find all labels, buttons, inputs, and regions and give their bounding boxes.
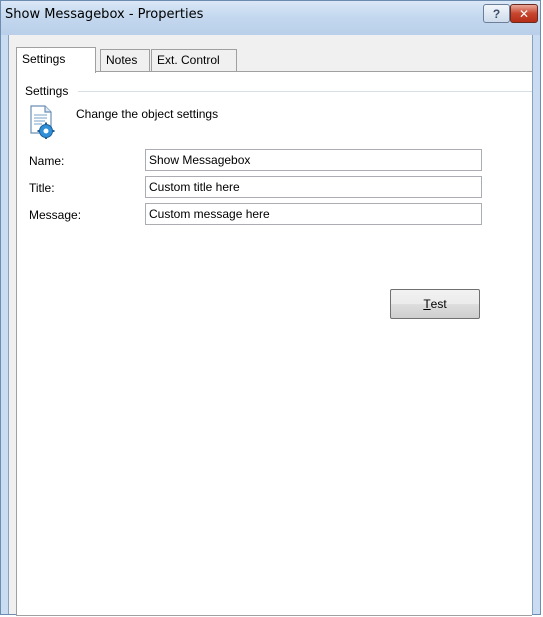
help-button[interactable]: ?	[483, 4, 510, 23]
test-button[interactable]: Test	[390, 289, 480, 319]
title-label: Title:	[29, 181, 55, 195]
test-button-mnemonic: T	[423, 297, 431, 311]
message-label: Message:	[29, 208, 82, 222]
name-label: Name:	[29, 154, 65, 168]
name-input[interactable]	[145, 149, 482, 171]
document-gear-icon	[30, 105, 55, 139]
help-icon: ?	[492, 6, 501, 21]
settings-description: Change the object settings	[76, 107, 219, 121]
close-button[interactable]: ✕	[510, 4, 538, 23]
message-input[interactable]	[145, 203, 482, 225]
groupbox-divider	[78, 91, 532, 92]
tab-ext-control[interactable]: Ext. Control	[151, 49, 237, 71]
settings-panel: Settings Change the object settings Name…	[16, 71, 532, 616]
title-input[interactable]	[145, 176, 482, 198]
dialog-client-area: Settings Notes Ext. Control Settings Cha…	[8, 35, 533, 616]
window-title: Show Messagebox - Properties	[5, 7, 204, 22]
title-bar[interactable]: Show Messagebox - Properties ? ✕	[1, 1, 540, 35]
groupbox-label: Settings	[25, 84, 71, 98]
close-icon: ✕	[518, 6, 530, 21]
test-button-label: est	[430, 297, 447, 311]
tab-settings[interactable]: Settings	[16, 47, 96, 73]
properties-window: Show Messagebox - Properties ? ✕ Setting…	[0, 0, 541, 616]
tab-notes[interactable]: Notes	[100, 49, 150, 71]
